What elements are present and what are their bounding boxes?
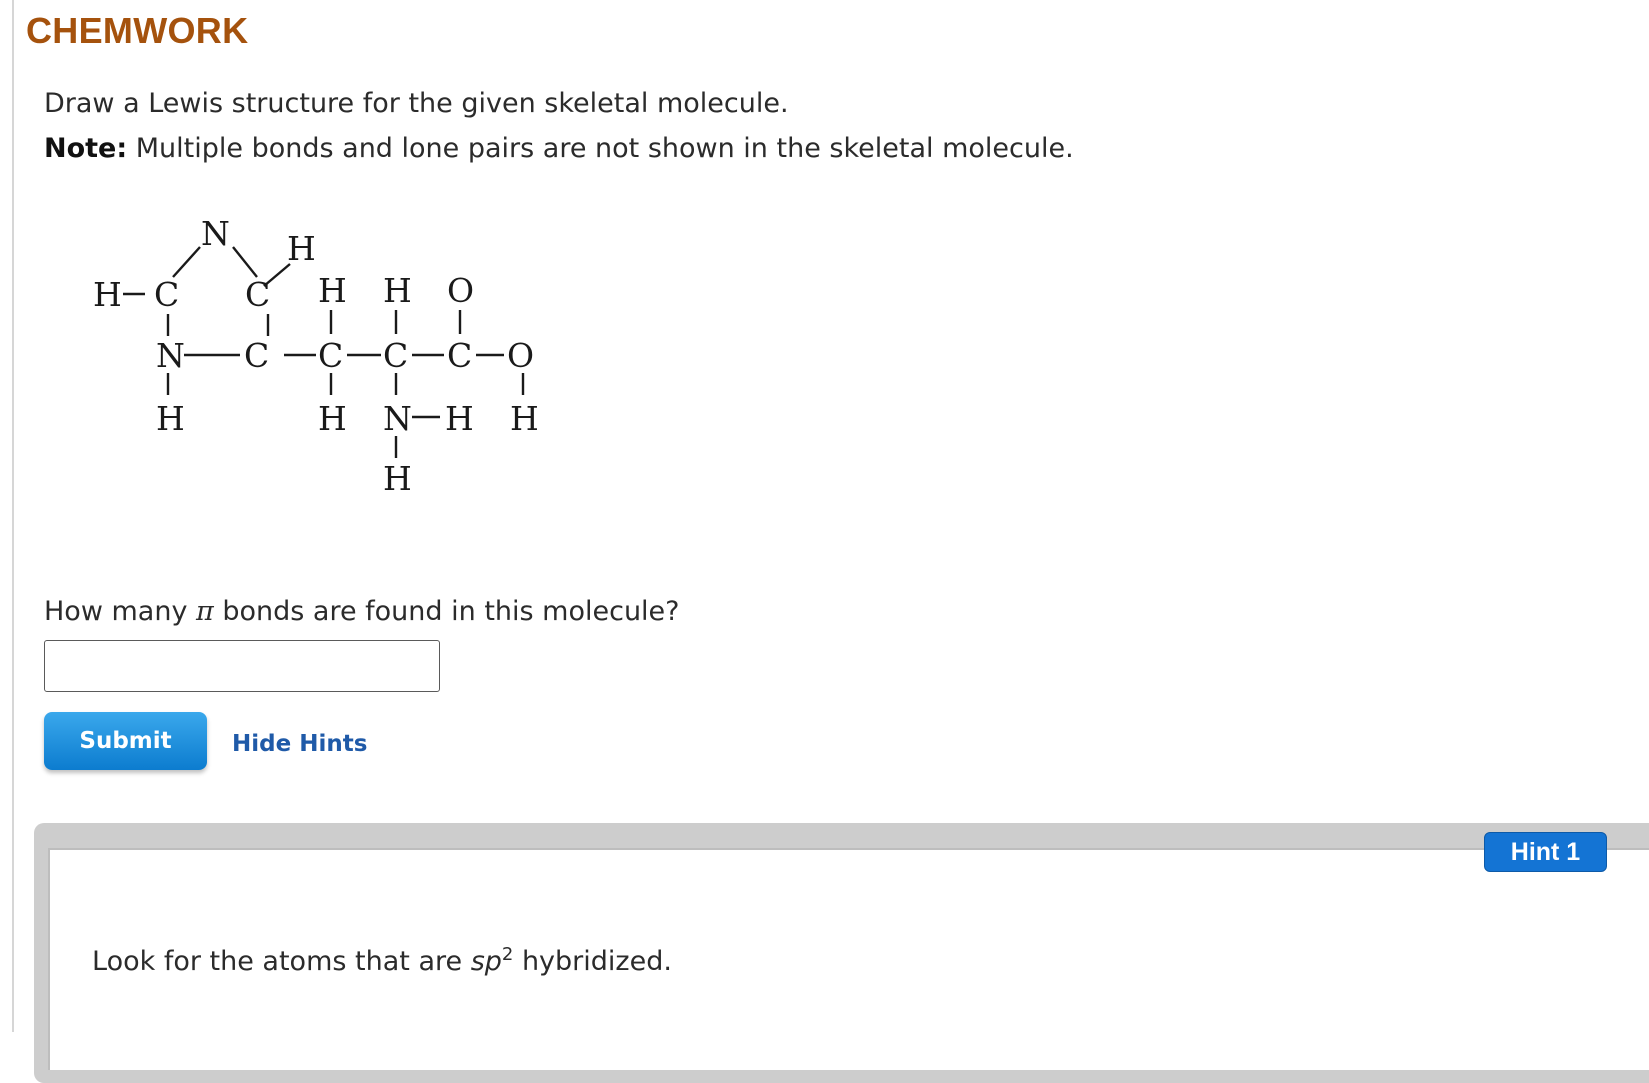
atom-label: H — [383, 459, 412, 498]
atom-label: H — [93, 275, 122, 314]
instruction-note: Note: Multiple bonds and lone pairs are … — [44, 133, 1074, 164]
hint-text: Look for the atoms that are sp2 hybridiz… — [92, 944, 672, 977]
brand-title: CHEMWORK — [26, 10, 249, 51]
submit-button[interactable]: Submit — [44, 712, 207, 770]
hint-text-before: Look for the atoms that are — [92, 946, 471, 977]
atom-label: N — [201, 214, 230, 253]
atom-label: O — [447, 271, 474, 310]
pi-symbol: π — [196, 596, 214, 627]
question-text: How many π bonds are found in this molec… — [44, 596, 680, 627]
atom-label: H — [318, 271, 347, 310]
atom-label: H — [156, 399, 185, 438]
note-label: Note: — [44, 133, 128, 164]
atom-label: H — [287, 229, 316, 268]
atom-label: O — [507, 336, 534, 375]
atom-label: H — [510, 399, 539, 438]
atom-label: C — [447, 336, 472, 375]
atom-label: N — [383, 399, 412, 438]
hint-1-tab[interactable]: Hint 1 — [1484, 832, 1607, 872]
page-left-border — [12, 0, 14, 1032]
bond — [232, 246, 258, 278]
hint-sp: sp — [470, 946, 502, 977]
atom-label: H — [383, 271, 412, 310]
bond — [172, 246, 201, 278]
question-suffix: bonds are found in this molecule? — [213, 596, 680, 627]
question-prefix: How many — [44, 596, 197, 627]
instruction-text: Draw a Lewis structure for the given ske… — [44, 88, 789, 119]
atom-label: C — [244, 336, 269, 375]
atom-label: H — [318, 399, 347, 438]
hint-text-after: hybridized. — [513, 946, 672, 977]
hint-superscript: 2 — [501, 944, 514, 965]
answer-input[interactable] — [44, 640, 440, 692]
atom-label: C — [245, 275, 270, 314]
atom-label: N — [156, 336, 185, 375]
hide-hints-link[interactable]: Hide Hints — [232, 731, 367, 757]
skeletal-molecule-figure: N H H C C H H O N C C C C O H H N H H H — [93, 214, 539, 498]
atom-label: H — [445, 399, 474, 438]
atom-label: C — [383, 336, 408, 375]
atom-label: C — [154, 275, 179, 314]
note-text: Multiple bonds and lone pairs are not sh… — [127, 133, 1074, 164]
atom-label: C — [318, 336, 343, 375]
